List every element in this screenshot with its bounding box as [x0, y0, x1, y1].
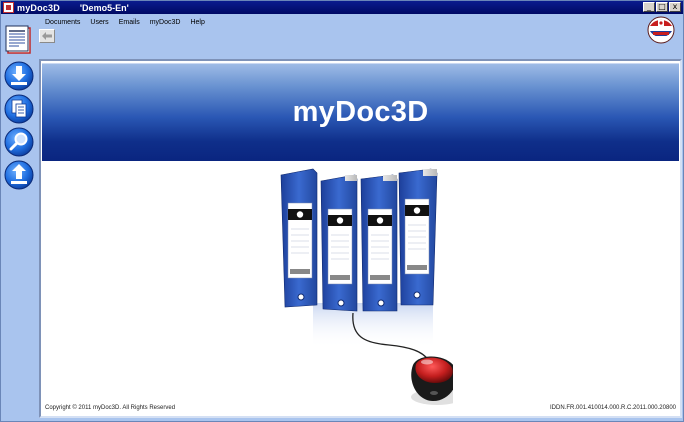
copyright-text: Copyright © 2011 myDoc3D. All Rights Res…: [45, 405, 176, 411]
app-window: myDoc3D 'Demo5-En' _ □ x Documents Users…: [0, 0, 684, 422]
close-button[interactable]: x: [669, 2, 681, 12]
search-icon[interactable]: [4, 127, 34, 157]
menu-help[interactable]: Help: [185, 17, 209, 29]
computer-mouse-icon: [411, 356, 453, 405]
language-flag-icon[interactable]: [647, 16, 675, 44]
binder-1: [280, 168, 318, 308]
documents-icon[interactable]: [4, 94, 34, 124]
document-logo-icon: [5, 25, 31, 54]
minimize-button[interactable]: _: [643, 2, 655, 12]
side-toolbar: [4, 61, 35, 417]
menu-mydoc3d[interactable]: myDoc3D: [145, 17, 186, 29]
window-controls: _ □ x: [643, 2, 681, 12]
binders-mouse-illustration: [280, 168, 453, 405]
document-title: 'Demo5-En': [79, 2, 129, 13]
banner-title: myDoc3D: [292, 96, 429, 128]
menu-users[interactable]: Users: [85, 17, 113, 29]
menu-bar: Documents Users Emails myDoc3D Help: [1, 14, 683, 58]
banner: myDoc3D: [42, 63, 679, 161]
menu-emails[interactable]: Emails: [114, 17, 145, 29]
upload-icon[interactable]: [4, 160, 34, 190]
registration-id: IDDN.FR.001.410014.000.R.C.2011.000.2080…: [550, 405, 676, 411]
back-button[interactable]: [39, 29, 55, 43]
binder-4: [398, 168, 438, 306]
arrow-left-icon: [42, 32, 52, 40]
menu-items: Documents Users Emails myDoc3D Help: [45, 17, 210, 29]
binder-3: [360, 174, 398, 312]
menu-documents[interactable]: Documents: [45, 17, 85, 29]
maximize-button[interactable]: □: [656, 2, 668, 12]
binder-2: [320, 174, 358, 312]
app-icon[interactable]: [3, 2, 14, 13]
main-content: myDoc3D Copyright © 2011 myDoc3D. All Ri…: [39, 59, 682, 418]
app-title: myDoc3D: [17, 2, 60, 13]
title-bar[interactable]: myDoc3D 'Demo5-En' _ □ x: [1, 1, 683, 14]
download-icon[interactable]: [4, 61, 34, 91]
